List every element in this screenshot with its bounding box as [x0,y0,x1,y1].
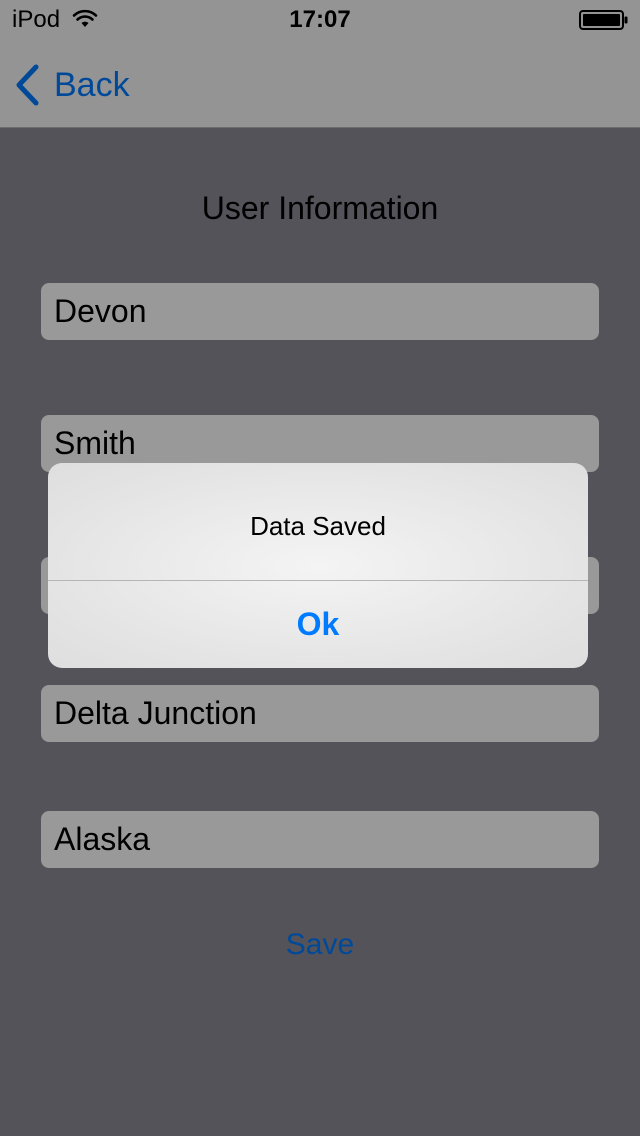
alert-dialog: Data Saved Ok [48,463,588,668]
screen: iPod 17:07 Back User Information Devon S… [0,0,640,1136]
alert-ok-button[interactable]: Ok [48,581,588,668]
alert-message: Data Saved [250,511,386,541]
